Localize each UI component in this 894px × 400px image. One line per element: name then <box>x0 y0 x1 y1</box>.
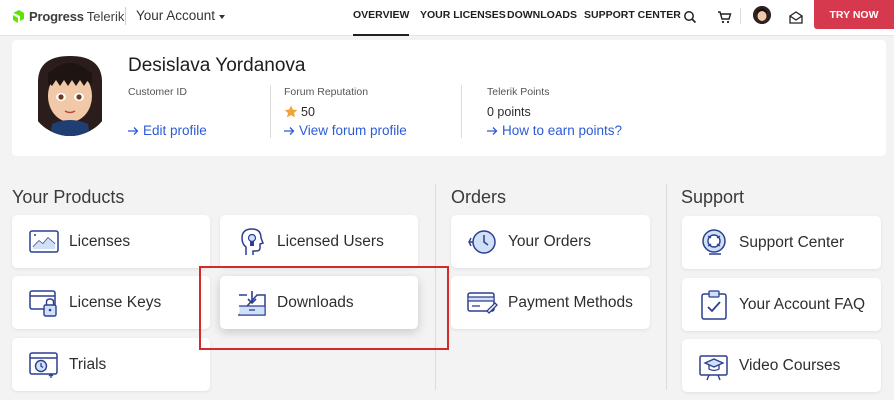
arrow-right-icon <box>284 126 295 135</box>
your-orders-tile[interactable]: Your Orders <box>451 215 650 268</box>
trials-tile[interactable]: Trials <box>12 338 210 391</box>
nav-your-licenses[interactable]: YOUR LICENSES <box>420 0 506 36</box>
section-divider <box>435 184 436 390</box>
trials-label: Trials <box>69 355 107 373</box>
edit-profile-text: Edit profile <box>143 123 207 138</box>
star-icon <box>284 105 298 118</box>
video-courses-tile[interactable]: Video Courses <box>682 339 881 392</box>
logo-product: Telerik <box>86 9 125 24</box>
licenses-tile[interactable]: Licenses <box>12 215 210 268</box>
view-forum-profile-link[interactable]: View forum profile <box>284 123 407 138</box>
video-courses-label: Video Courses <box>739 356 841 374</box>
how-to-earn-points-text: How to earn points? <box>502 123 623 138</box>
your-account-faq-tile[interactable]: Your Account FAQ <box>682 278 881 331</box>
payment-methods-label: Payment Methods <box>508 293 633 311</box>
messages-icon[interactable] <box>786 7 806 27</box>
your-products-heading: Your Products <box>12 187 125 207</box>
licensed-users-icon <box>234 226 270 258</box>
profile-card: Desislava Yordanova Customer ID Edit pro… <box>12 40 886 156</box>
support-center-tile[interactable]: Support Center <box>682 216 881 269</box>
search-icon[interactable] <box>680 7 700 27</box>
customer-id-label: Customer ID <box>128 86 187 98</box>
forum-reputation-number: 50 <box>301 104 315 119</box>
trials-icon <box>26 349 62 381</box>
customer-id-value <box>128 104 207 119</box>
licenses-icon <box>26 226 62 258</box>
arrow-right-icon <box>128 126 139 135</box>
license-keys-tile[interactable]: License Keys <box>12 276 210 329</box>
try-now-button[interactable]: TRY NOW <box>814 0 894 29</box>
view-forum-profile-text: View forum profile <box>299 123 407 138</box>
licensed-users-label: Licensed Users <box>277 232 384 250</box>
your-account-faq-label: Your Account FAQ <box>739 295 866 313</box>
orders-heading: Orders <box>451 187 507 207</box>
telerik-points-block: Telerik Points 0 points How to earn poin… <box>487 86 622 140</box>
support-center-icon <box>696 227 732 259</box>
edit-profile-link[interactable]: Edit profile <box>128 123 207 138</box>
licenses-label: Licenses <box>69 232 131 250</box>
your-account-menu[interactable]: Your Account <box>136 8 226 23</box>
progress-logo-icon <box>13 10 24 23</box>
forum-reputation-label: Forum Reputation <box>284 86 369 98</box>
top-navigation: Progress Telerik Your Account OVERVIEW Y… <box>0 0 894 36</box>
nav-support-center[interactable]: SUPPORT CENTER <box>584 0 681 36</box>
how-to-earn-points-link[interactable]: How to earn points? <box>487 123 622 138</box>
customer-id-block: Customer ID Edit profile <box>128 86 207 140</box>
nav-downloads[interactable]: DOWNLOADS <box>507 0 577 36</box>
user-avatar[interactable] <box>753 6 771 24</box>
profile-avatar <box>28 52 112 136</box>
license-keys-icon <box>26 287 62 319</box>
downloads-tile[interactable]: Downloads <box>220 276 418 329</box>
chevron-down-icon <box>219 14 226 19</box>
your-orders-label: Your Orders <box>508 232 591 250</box>
arrow-right-icon <box>487 126 498 135</box>
license-keys-label: License Keys <box>69 293 162 311</box>
nav-overview[interactable]: OVERVIEW <box>353 0 410 36</box>
column-divider <box>270 85 271 138</box>
logo-brand: Progress <box>29 9 84 24</box>
section-divider <box>666 184 667 390</box>
telerik-points-label: Telerik Points <box>487 86 550 98</box>
forum-reputation-block: Forum Reputation 50 View forum profile <box>284 86 407 140</box>
orders-icon <box>465 226 501 258</box>
column-divider <box>461 85 462 138</box>
support-heading: Support <box>681 187 745 207</box>
video-courses-icon <box>696 350 732 382</box>
faq-icon <box>696 289 732 321</box>
downloads-icon <box>234 287 270 319</box>
telerik-points-value: 0 points <box>487 104 531 119</box>
support-center-label: Support Center <box>739 233 845 251</box>
your-account-label: Your Account <box>136 8 216 23</box>
user-name: Desislava Yordanova <box>128 55 306 76</box>
downloads-label: Downloads <box>277 293 354 311</box>
progress-telerik-logo[interactable]: Progress Telerik <box>11 9 124 24</box>
nav-divider <box>740 8 741 24</box>
payment-methods-icon <box>465 287 501 319</box>
logo-divider <box>125 7 126 25</box>
cart-icon[interactable] <box>714 7 734 27</box>
forum-reputation-value: 50 <box>284 104 407 119</box>
licensed-users-tile[interactable]: Licensed Users <box>220 215 418 268</box>
payment-methods-tile[interactable]: Payment Methods <box>451 276 650 329</box>
